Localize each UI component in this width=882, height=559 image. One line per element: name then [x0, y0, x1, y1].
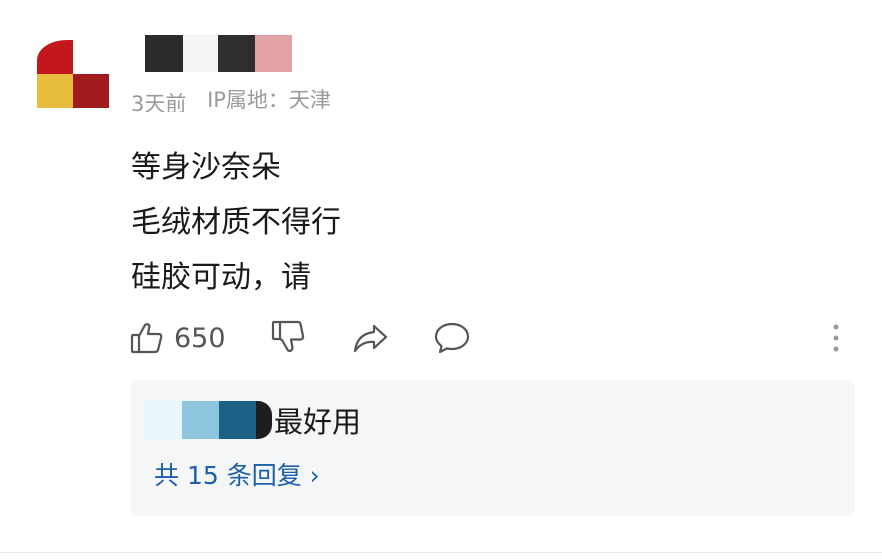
redaction-block	[183, 35, 218, 72]
comment-bubble-icon	[434, 322, 470, 354]
ip-location: IP属地：天津	[207, 88, 331, 112]
comment-screen: 3天前 IP属地：天津 等身沙奈朵 毛绒材质不得行 硅胶可动，请 650 最好用…	[0, 0, 882, 559]
comment-button[interactable]	[433, 316, 471, 360]
avatar[interactable]	[37, 40, 109, 108]
thumbs-down-icon	[271, 320, 305, 353]
comment-body: 等身沙奈朵 毛绒材质不得行 硅胶可动，请	[131, 140, 341, 305]
thumbs-up-icon	[130, 323, 163, 354]
reply-username-redacted[interactable]	[144, 401, 272, 439]
view-all-replies-link[interactable]: 共 15 条回复 ›	[154, 460, 320, 492]
comment-line: 毛绒材质不得行	[131, 205, 341, 240]
reply-item: 最好用	[144, 400, 361, 440]
reply-text: 最好用	[274, 405, 362, 439]
like-count: 650	[174, 322, 226, 354]
redaction-block	[255, 35, 292, 72]
comment-time: 3天前	[131, 92, 187, 112]
divider	[0, 552, 882, 553]
avatar-tile	[73, 40, 109, 74]
action-bar: 650	[0, 316, 882, 360]
like-button[interactable]: 650	[130, 316, 226, 360]
redaction-block	[219, 401, 256, 439]
more-button[interactable]	[826, 316, 846, 360]
redaction-block	[144, 401, 182, 439]
username-redacted[interactable]	[145, 35, 292, 72]
redaction-block	[218, 35, 255, 72]
reply-preview[interactable]: 最好用 共 15 条回复 ›	[131, 380, 855, 516]
dislike-button[interactable]	[270, 316, 306, 360]
more-vertical-icon	[833, 324, 839, 352]
comment-line: 等身沙奈朵	[131, 150, 281, 185]
avatar-tile	[37, 74, 73, 108]
avatar-tile	[37, 40, 73, 74]
comment-meta: 3天前 IP属地：天津	[131, 88, 331, 112]
avatar-tile	[73, 74, 109, 108]
redaction-block	[145, 35, 183, 72]
redaction-block	[256, 401, 272, 439]
share-button[interactable]	[352, 316, 390, 360]
comment-line: 硅胶可动，请	[131, 260, 311, 295]
redaction-block	[182, 401, 219, 439]
share-icon	[353, 324, 388, 353]
